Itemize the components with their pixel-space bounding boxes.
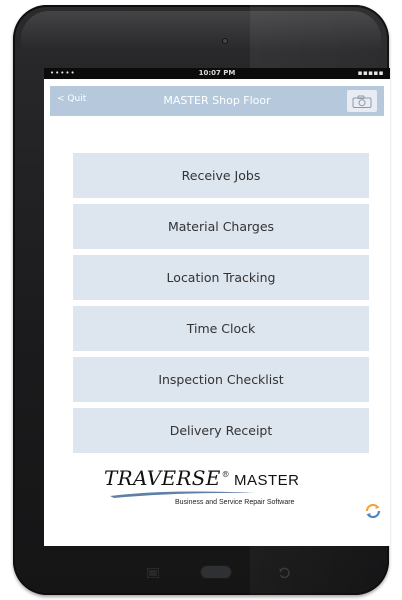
home-button[interactable] bbox=[200, 565, 232, 579]
main-menu: Receive Jobs Material Charges Location T… bbox=[73, 153, 369, 459]
time-clock-button[interactable]: Time Clock bbox=[73, 306, 369, 351]
logo-product: MASTER bbox=[233, 472, 300, 489]
location-tracking-button[interactable]: Location Tracking bbox=[73, 255, 369, 300]
front-camera bbox=[222, 38, 228, 44]
nav-bar: < Quit MASTER Shop Floor bbox=[50, 86, 384, 116]
app-screen: ••••• 10:07 PM ▪▪▪▪▪ < Quit MASTER Shop … bbox=[44, 68, 390, 546]
camera-icon bbox=[352, 95, 372, 108]
hardware-button-bar bbox=[100, 560, 300, 586]
back-arrow-icon[interactable] bbox=[278, 567, 290, 579]
inspection-checklist-button[interactable]: Inspection Checklist bbox=[73, 357, 369, 402]
logo-registered-mark: ® bbox=[221, 470, 230, 480]
page-title: MASTER Shop Floor bbox=[163, 94, 271, 107]
status-time: 10:07 PM bbox=[198, 69, 236, 77]
traverse-master-logo: TRAVERSE® MASTER Business and Service Rep… bbox=[104, 466, 354, 516]
logo-tagline: Business and Service Repair Software bbox=[175, 499, 295, 506]
status-bar: ••••• 10:07 PM ▪▪▪▪▪ bbox=[44, 68, 390, 79]
menu-lines-icon[interactable] bbox=[147, 568, 159, 578]
camera-button[interactable] bbox=[347, 90, 377, 112]
receive-jobs-button[interactable]: Receive Jobs bbox=[73, 153, 369, 198]
refresh-icon[interactable] bbox=[364, 502, 382, 520]
delivery-receipt-button[interactable]: Delivery Receipt bbox=[73, 408, 369, 453]
logo-brand: TRAVERSE bbox=[104, 466, 221, 490]
battery-indicator: ▪▪▪▪▪ bbox=[357, 69, 384, 77]
material-charges-button[interactable]: Material Charges bbox=[73, 204, 369, 249]
